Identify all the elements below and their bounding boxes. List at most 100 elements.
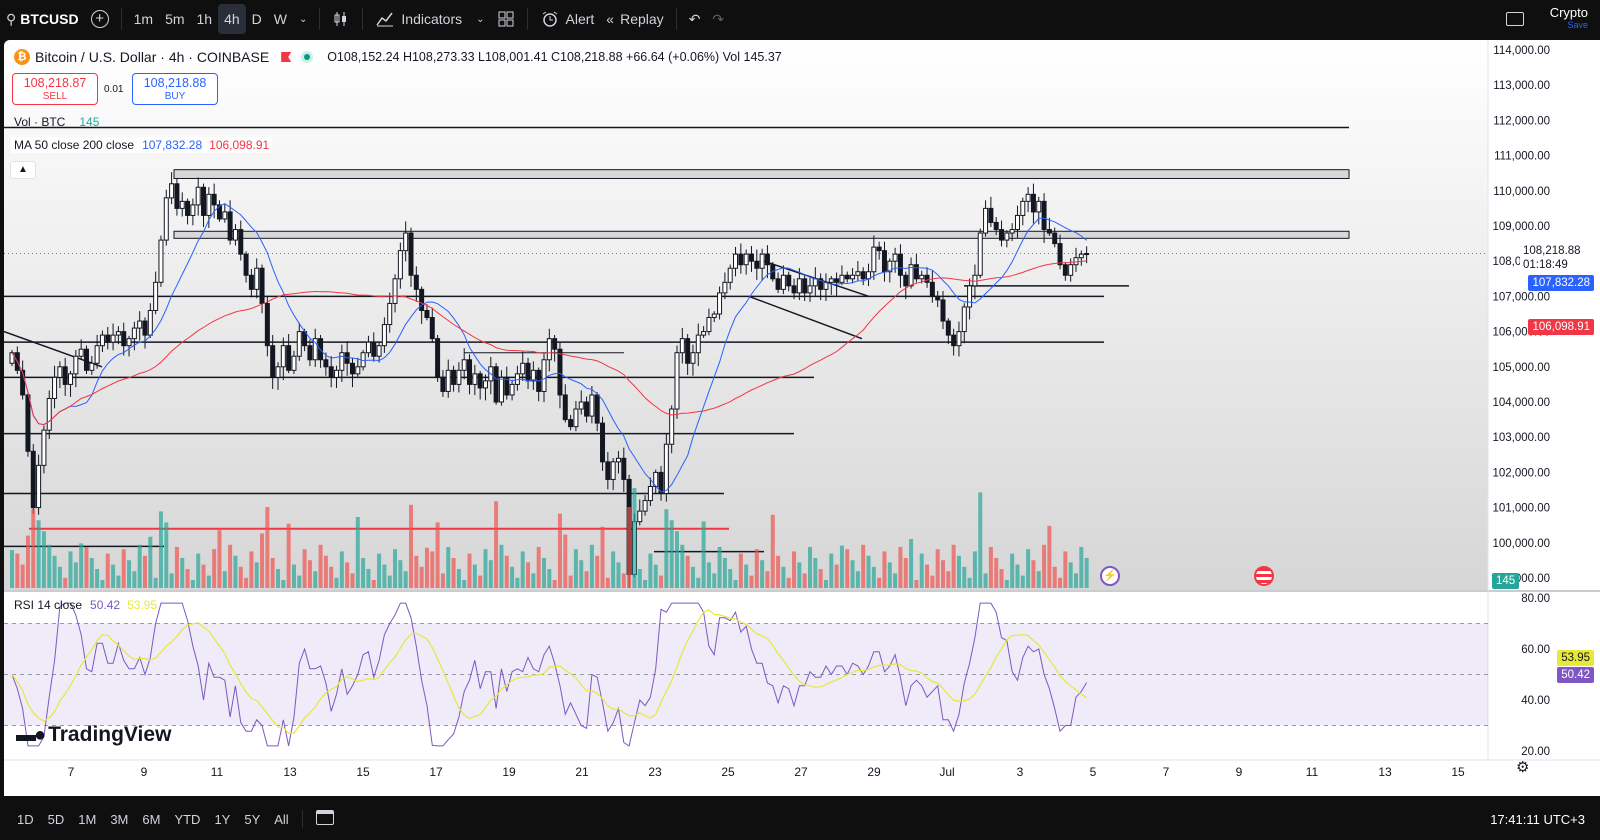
candle-down (600, 422, 606, 463)
volume-legend[interactable]: Vol · BTC 145 (14, 115, 99, 129)
chart-canvas[interactable]: 114,000.00 113,000.00 112,000.00 111,000.00… (4, 40, 1600, 796)
time-axis-label: 27 (794, 765, 808, 779)
volume-bar (733, 580, 738, 588)
volume-bar (430, 551, 435, 588)
interval-5m[interactable]: 5m (159, 0, 190, 38)
candle-down (999, 229, 1005, 241)
time-axis-label: 11 (1306, 765, 1319, 779)
candle-up (280, 345, 286, 368)
us-flag-event-icon[interactable] (1254, 566, 1274, 586)
redo-button[interactable]: ↷ (706, 0, 730, 38)
compare-button[interactable]: + (85, 0, 115, 38)
candle-down (201, 186, 207, 216)
candle-up (727, 267, 733, 283)
time-axis-label: 21 (575, 765, 589, 779)
interval-1m[interactable]: 1m (128, 0, 159, 38)
candle-down (408, 232, 414, 276)
candles-icon (334, 12, 347, 26)
sell-button[interactable]: 108,218.87 SELL (12, 73, 98, 105)
range-1y[interactable]: 1Y (207, 812, 237, 827)
replay-button[interactable]: « Replay (600, 0, 669, 38)
range-5y[interactable]: 5Y (237, 812, 267, 827)
candle-down (802, 278, 808, 294)
volume-bar (1015, 564, 1020, 588)
volume-bar (893, 573, 898, 588)
buy-button[interactable]: 108,218.88 BUY (132, 73, 218, 105)
chart-type-button[interactable] (326, 0, 356, 38)
candle-down (323, 359, 329, 368)
candle-up (355, 366, 361, 375)
volume-bar (201, 564, 206, 588)
volume-bar (786, 577, 791, 588)
volume-bar (137, 544, 142, 588)
interval-w[interactable]: W (268, 0, 293, 38)
rsi-band (4, 623, 1488, 726)
volume-bar (760, 560, 765, 588)
candle-up (520, 362, 526, 375)
volume-bar (552, 580, 557, 588)
candle-down (371, 341, 377, 357)
candle-down (621, 457, 627, 480)
time-axis-label: 17 (429, 765, 443, 779)
range-all[interactable]: All (267, 812, 295, 827)
time-axis-label: 3 (1017, 765, 1024, 779)
volume-bar (10, 550, 14, 588)
volume-bar (488, 560, 493, 588)
time-axis-label: 7 (1163, 765, 1170, 779)
volume-bar (286, 523, 291, 588)
range-6m[interactable]: 6M (135, 812, 167, 827)
collapse-legend-button[interactable]: ▲ (10, 161, 36, 179)
volume-bar (951, 544, 956, 588)
goto-date-button[interactable] (309, 810, 341, 828)
layouts-button[interactable] (491, 0, 521, 38)
volume-bar (52, 555, 57, 588)
candle-down (929, 281, 935, 297)
fullscreen-button[interactable] (1500, 0, 1530, 38)
interval-dropdown[interactable]: ⌄ (293, 0, 313, 38)
range-5d[interactable]: 5D (41, 812, 72, 827)
alert-button[interactable]: Alert (534, 0, 601, 38)
account-menu[interactable]: Crypto Save (1544, 0, 1600, 38)
candle-up (855, 271, 861, 276)
lightning-event-icon[interactable]: ⚡ (1100, 566, 1120, 586)
interval-d[interactable]: D (246, 0, 268, 38)
volume-bar (871, 566, 876, 588)
candle-up (115, 331, 121, 336)
candle-down (419, 288, 425, 311)
divider (526, 8, 528, 30)
symbol-title[interactable]: Bitcoin / U.S. Dollar · 4h · COINBASE (35, 49, 269, 65)
volume-bar (504, 555, 509, 588)
candle-down (568, 419, 574, 428)
volume-bar (276, 569, 280, 588)
range-3m[interactable]: 3M (103, 812, 135, 827)
rsi-legend[interactable]: RSI 14 close 50.42 53.95 (14, 598, 157, 612)
undo-button[interactable]: ↶ (683, 0, 707, 38)
interval-4h[interactable]: 4h (218, 4, 246, 34)
ma-legend[interactable]: MA 50 close 200 close 107,832.28 106,098… (11, 137, 273, 153)
indicators-button[interactable]: Indicators ⌄ (369, 0, 490, 38)
chart-settings-button[interactable]: ⚙ (1516, 758, 1529, 776)
chevron-up-icon: ▲ (18, 164, 28, 175)
price-axis-label: 113,000.00 (1493, 80, 1550, 92)
time-axis-label: 9 (141, 765, 148, 779)
candle-up (131, 327, 137, 340)
chart-area[interactable]: 114,000.00 113,000.00 112,000.00 111,000.00… (4, 40, 1600, 796)
rsi-label: RSI 14 close (14, 598, 83, 612)
volume-bar (1031, 560, 1036, 588)
symbol-search[interactable]: ⚲ BTCUSD (0, 0, 85, 38)
symbol-label: BTCUSD (20, 11, 79, 27)
range-1d[interactable]: 1D (10, 812, 41, 827)
candle-down (738, 253, 744, 266)
volume-bar (941, 560, 945, 588)
clock-timezone[interactable]: 17:41:11 UTC+3 (1483, 812, 1592, 827)
candle-up (403, 232, 409, 252)
range-ytd[interactable]: YTD (167, 812, 207, 827)
interval-1h[interactable]: 1h (191, 0, 219, 38)
ma200-price-tag: 106,098.91 (1528, 319, 1594, 335)
candle-up (392, 278, 398, 304)
volume-bar (999, 569, 1004, 588)
volume-bar (47, 544, 52, 588)
range-1m[interactable]: 1M (71, 812, 103, 827)
replay-label: Replay (620, 11, 664, 27)
interval-label: D (251, 11, 262, 27)
